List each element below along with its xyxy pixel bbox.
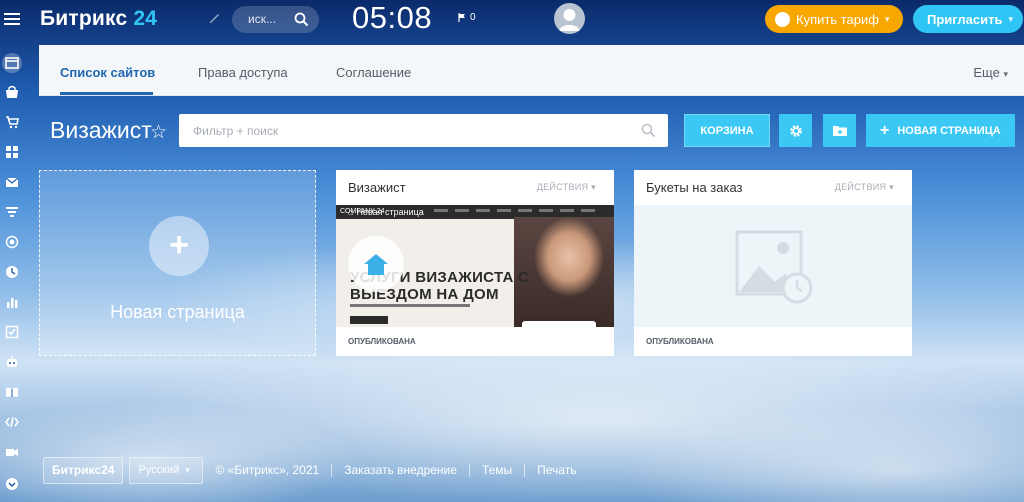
new-page-tile-label: Новая страница [110, 302, 245, 322]
gear-icon [789, 124, 802, 137]
book-icon[interactable] [2, 382, 22, 402]
new-page-label: НОВАЯ СТРАНИЦА [897, 124, 1001, 137]
mail-icon[interactable] [2, 172, 22, 192]
search-icon[interactable] [641, 123, 656, 138]
active-tab-indicator [60, 92, 153, 95]
menu-icon[interactable] [4, 10, 20, 26]
preview-subtitle-line [350, 304, 470, 307]
chevron-down-icon: ▾ [889, 182, 894, 192]
site-card-actions[interactable]: ДЕЙСТВИЯ ▾ [835, 182, 894, 193]
shop-icon[interactable] [2, 82, 22, 102]
chevron-down-icon: ▾ [1003, 69, 1008, 79]
copyright: © «Битрикс», 2021 [215, 463, 320, 477]
status-badge: ОПУБЛИКОВАНА [348, 337, 416, 346]
home-icon: ⌂ [348, 207, 354, 217]
search-placeholder: иск... [248, 12, 276, 26]
tasks-icon[interactable] [2, 322, 22, 342]
chevron-down-icon: ▾ [1008, 13, 1013, 24]
flag-icon [458, 13, 465, 22]
more-menu-button[interactable]: Еще ▾ [973, 65, 1008, 80]
star-icon[interactable]: ☆ [150, 121, 167, 144]
site-card-title: Визажист [348, 180, 406, 195]
new-page-button[interactable]: + НОВАЯ СТРАНИЦА [866, 114, 1015, 147]
video-icon[interactable] [2, 442, 22, 462]
left-icon-bar [0, 45, 24, 502]
footer-logo[interactable]: Битрикс24 [43, 456, 124, 484]
site-preview-placeholder[interactable] [634, 205, 912, 327]
chevron-down-icon: ▾ [591, 182, 596, 192]
logo-text: Битрикс [40, 7, 128, 30]
filter-search-input[interactable]: Фильтр + поиск [179, 114, 668, 147]
buy-plan-button[interactable]: Купить тариф ▾ [765, 5, 903, 33]
plus-icon: + [149, 216, 209, 276]
image-placeholder-icon [735, 230, 813, 304]
rocket-icon [775, 11, 790, 27]
cart-icon[interactable] [2, 112, 22, 132]
filter-placeholder: Фильтр + поиск [193, 124, 279, 138]
invite-button[interactable]: Пригласить ▾ [913, 5, 1023, 33]
search-input[interactable]: иск... [232, 6, 319, 33]
pencil-icon[interactable] [208, 11, 222, 25]
chevron-down-icon: ▾ [185, 464, 190, 475]
settings-button[interactable] [779, 114, 812, 147]
target-icon[interactable] [2, 232, 22, 252]
buy-plan-label: Купить тариф [796, 11, 879, 27]
expand-icon[interactable] [2, 474, 22, 494]
language-select[interactable]: Русский ▾ [129, 456, 204, 484]
divider [331, 463, 333, 477]
preview-nav-links [434, 209, 595, 212]
tab-access-rights[interactable]: Права доступа [198, 65, 288, 80]
more-label: Еще [973, 65, 1000, 80]
app-logo[interactable]: Битрикс 24 [40, 7, 157, 31]
preview-breadcrumb-label: Новая страница [356, 207, 424, 217]
footer: Битрикс24 Русский ▾ © «Битрикс», 2021 Зак… [43, 456, 576, 484]
new-page-tile[interactable]: + Новая страница [39, 170, 316, 356]
analytics-icon[interactable] [2, 292, 22, 312]
order-implementation-link[interactable]: Заказать внедрение [344, 463, 457, 477]
divider [468, 463, 470, 477]
divider [524, 463, 526, 477]
folder-plus-icon [832, 125, 847, 136]
site-card[interactable]: Букеты на заказ ДЕЙСТВИЯ ▾ ОПУБЛИКОВАНА [634, 170, 912, 356]
user-icon [559, 9, 580, 31]
clock[interactable]: 05:08 [352, 0, 432, 36]
tab-sites-list[interactable]: Список сайтов [60, 65, 155, 80]
clock-icon[interactable] [2, 262, 22, 282]
actions-label: ДЕЙСТВИЯ [536, 182, 589, 192]
preview-chat-widget [522, 321, 596, 327]
flag-counter[interactable]: 0 [458, 12, 476, 23]
search-icon [294, 12, 309, 27]
home-icon [364, 254, 388, 275]
status-badge: ОПУБЛИКОВАНА [646, 337, 714, 346]
invite-label: Пригласить [927, 11, 1003, 27]
filter-icon[interactable] [2, 202, 22, 222]
sites-tabs-bar: Список сайтов Права доступа Соглашение Е… [39, 45, 1024, 96]
code-icon[interactable] [2, 412, 22, 432]
print-link[interactable]: Печать [537, 463, 576, 477]
robot-icon[interactable] [2, 352, 22, 372]
site-preview[interactable]: COMPANY 24 ⌂ Новая страница УСЛУГИ ВИЗАЖ… [336, 205, 614, 327]
trash-button[interactable]: КОРЗИНА [684, 114, 770, 147]
user-avatar[interactable] [554, 3, 585, 34]
actions-label: ДЕЙСТВИЯ [834, 182, 887, 192]
preview-button [350, 316, 388, 324]
top-bar: Битрикс 24 иск... 05:08 0 Купить тариф ▾… [0, 0, 1024, 40]
site-card[interactable]: Визажист ДЕЙСТВИЯ ▾ COMPANY 24 ⌂ Новая с… [336, 170, 614, 356]
preview-breadcrumb: ⌂ Новая страница [348, 207, 424, 217]
logo-number: 24 [133, 7, 158, 30]
site-card-actions[interactable]: ДЕЙСТВИЯ ▾ [537, 182, 596, 193]
add-folder-button[interactable] [823, 114, 856, 147]
preview-home-badge [348, 236, 404, 292]
chevron-down-icon: ▾ [884, 13, 890, 24]
language-value: Русский [138, 464, 180, 476]
tab-agreement[interactable]: Соглашение [336, 65, 411, 80]
themes-link[interactable]: Темы [482, 463, 512, 477]
sites-icon[interactable] [2, 53, 22, 73]
page-title: Визажист [50, 117, 152, 143]
plus-icon: + [880, 121, 890, 139]
site-card-title: Букеты на заказ [646, 180, 743, 195]
flag-count: 0 [470, 12, 476, 23]
grid-icon[interactable] [2, 142, 22, 162]
